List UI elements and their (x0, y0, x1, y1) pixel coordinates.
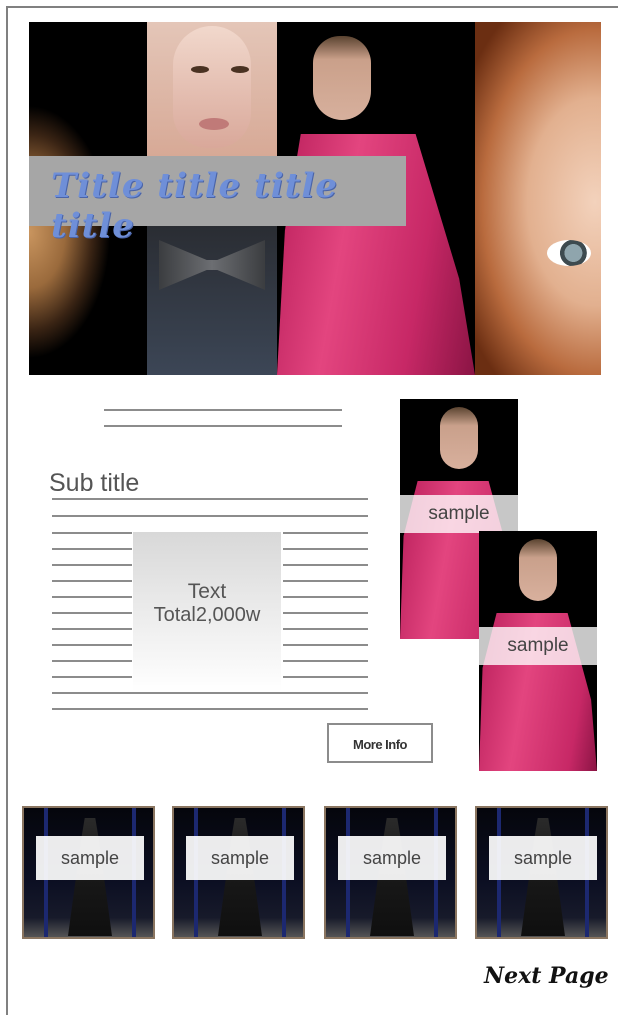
model-head (519, 539, 557, 601)
sub-title: Sub title (49, 469, 140, 497)
body-text-line (52, 628, 132, 630)
intro-line (104, 425, 342, 427)
text-box-label: Text (187, 580, 227, 603)
body-text-line (52, 708, 368, 710)
next-page-link[interactable]: Next Page (484, 963, 609, 989)
body-text-line (283, 612, 368, 614)
model-head (440, 407, 478, 469)
body-text-line (52, 676, 132, 678)
hero-title: Title title title title (51, 166, 338, 246)
thumbnail-sample[interactable]: sample (22, 806, 155, 939)
thumbnail-sample[interactable]: sample (324, 806, 457, 939)
thumbnail-sample[interactable]: sample (475, 806, 608, 939)
body-text-line (52, 692, 368, 694)
side-sample-photo[interactable]: sample (479, 531, 597, 771)
more-info-button[interactable]: More Info (327, 723, 433, 763)
eye-shape (191, 66, 209, 73)
sample-label: sample (186, 836, 294, 880)
bowtie-shape (159, 240, 265, 290)
hero-photo-eye-closeup (475, 22, 601, 375)
body-text-line (283, 660, 368, 662)
body-text-line (52, 612, 132, 614)
sample-label: sample (338, 836, 446, 880)
body-text-line (52, 532, 132, 534)
text-placeholder-box: Text Total2,000w (133, 532, 281, 692)
body-text-line (283, 628, 368, 630)
body-text-line (52, 644, 132, 646)
intro-line (104, 409, 342, 411)
sample-label: sample (400, 495, 518, 533)
body-text-line (52, 548, 132, 550)
body-text-line (283, 644, 368, 646)
body-text-line (283, 548, 368, 550)
text-box-word-count: Total2,000w (153, 604, 261, 626)
sample-label: sample (489, 836, 597, 880)
eye-shape (547, 240, 591, 266)
body-text-line (52, 564, 132, 566)
body-text-line (283, 564, 368, 566)
body-text-line (52, 660, 132, 662)
body-text-line (52, 515, 368, 517)
eye-shape (231, 66, 249, 73)
body-text-line (52, 596, 132, 598)
page-frame-left (6, 6, 8, 1015)
body-text-line (283, 532, 368, 534)
hero-title-bar: Title title title title (29, 156, 406, 246)
body-text-line (283, 580, 368, 582)
page-frame-top (6, 6, 618, 8)
model-head (313, 36, 371, 120)
body-text-line (283, 676, 368, 678)
sample-label: sample (479, 627, 597, 665)
sample-label: sample (36, 836, 144, 880)
body-text-line (283, 596, 368, 598)
lips-shape (199, 118, 229, 130)
body-text-line (52, 498, 368, 500)
thumbnail-sample[interactable]: sample (172, 806, 305, 939)
body-text-line (52, 580, 132, 582)
